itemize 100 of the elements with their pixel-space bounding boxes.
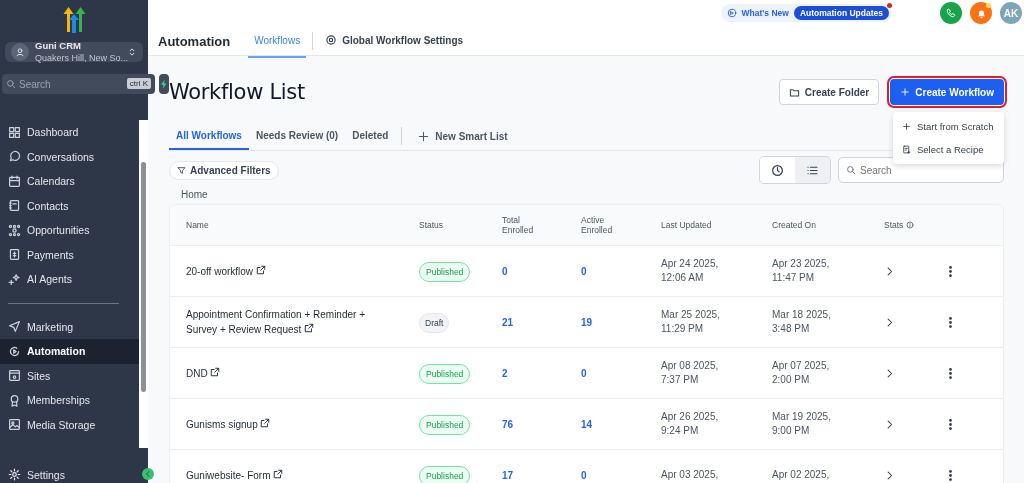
sidebar-item[interactable]: Automation bbox=[0, 339, 139, 364]
workflow-name[interactable]: Gunisms signup bbox=[186, 416, 419, 432]
settings-item[interactable]: Settings bbox=[0, 462, 73, 483]
workflow-name[interactable]: DND bbox=[186, 365, 419, 381]
shortcut-hint: ctrl K bbox=[126, 78, 151, 89]
workflow-name[interactable]: Appointment Confirmation + Reminder + Survey + Review Request bbox=[186, 307, 419, 337]
workflow-name[interactable]: Guniwebsite- Form bbox=[186, 467, 419, 483]
total-enrolled[interactable]: 2 bbox=[502, 367, 581, 379]
lightning-icon bbox=[159, 79, 169, 89]
sidebar-item[interactable]: Conversations bbox=[0, 144, 139, 169]
column-header: Name bbox=[186, 220, 210, 230]
total-enrolled[interactable]: 76 bbox=[502, 418, 581, 430]
created-on: Apr 02 2025, bbox=[772, 468, 831, 482]
column-header: Stats bbox=[884, 220, 944, 230]
plus-icon bbox=[902, 122, 911, 131]
create-workflow-button[interactable]: Create Workflow bbox=[890, 79, 1004, 105]
created-on: Mar 19 2025, 9:00 PM bbox=[772, 410, 832, 438]
sidebar-item[interactable]: Marketing bbox=[0, 314, 139, 339]
total-enrolled[interactable]: 0 bbox=[502, 265, 581, 277]
folder-icon bbox=[788, 86, 800, 98]
clock-icon bbox=[771, 163, 784, 177]
column-header: Total Enrolled bbox=[502, 215, 535, 235]
column-header: Active Enrolled bbox=[581, 215, 614, 235]
info-icon bbox=[906, 221, 915, 229]
created-on: Apr 07 2025, 2:00 PM bbox=[772, 359, 831, 387]
last-updated: Mar 25 2025, 11:29 PM bbox=[661, 308, 721, 336]
advanced-filters-button[interactable]: Advanced Filters bbox=[169, 160, 279, 180]
sidebar-item[interactable]: Sites bbox=[0, 363, 139, 388]
active-enrolled[interactable]: 0 bbox=[581, 469, 661, 481]
created-on: Mar 18 2025, 3:48 PM bbox=[772, 308, 832, 336]
scrollbar[interactable] bbox=[139, 120, 148, 448]
external-link-icon bbox=[273, 468, 284, 479]
total-enrolled[interactable]: 21 bbox=[502, 316, 581, 328]
last-updated: Apr 03 2025, bbox=[661, 468, 720, 482]
column-header: Last Updated bbox=[661, 220, 713, 230]
updates-badge[interactable]: Automation Updates bbox=[793, 6, 889, 20]
chevron-left-icon bbox=[144, 470, 152, 478]
sparkle-icon bbox=[8, 272, 21, 286]
status-badge: Published bbox=[419, 261, 471, 282]
account-location: Quakers Hill, New So... bbox=[35, 52, 129, 64]
collapse-button[interactable] bbox=[142, 468, 154, 480]
sidebar-item[interactable]: Dashboard bbox=[0, 120, 139, 145]
page-title: Workflow List bbox=[169, 80, 305, 104]
megaphone-icon bbox=[726, 8, 737, 18]
list-view-button[interactable] bbox=[795, 157, 830, 183]
active-enrolled[interactable]: 14 bbox=[581, 418, 661, 430]
sidebar-item[interactable]: Contacts bbox=[0, 193, 139, 218]
whats-new-pill[interactable]: What's New Automation Updates bbox=[720, 4, 892, 22]
new-smart-list-button[interactable]: New Smart List bbox=[408, 130, 518, 142]
grid-icon bbox=[8, 125, 21, 139]
external-link-icon bbox=[304, 323, 315, 333]
account-name: Guni CRM bbox=[35, 40, 82, 52]
external-link-icon bbox=[255, 264, 266, 275]
calendar-icon bbox=[8, 174, 21, 188]
plus-icon bbox=[418, 130, 430, 142]
list-tab[interactable]: Needs Review (0) bbox=[248, 122, 346, 150]
account-switcher[interactable]: Guni CRM Quakers Hill, New So... bbox=[5, 42, 143, 62]
status-badge: Published bbox=[419, 414, 471, 435]
notifications-button[interactable] bbox=[970, 2, 992, 24]
browser-icon bbox=[8, 369, 21, 383]
total-enrolled[interactable]: 17 bbox=[502, 469, 581, 481]
menu-item[interactable]: Start from Scratch bbox=[893, 115, 1004, 138]
search-icon bbox=[846, 165, 856, 175]
header-tab[interactable]: Global Workflow Settings bbox=[319, 24, 470, 58]
list-tab[interactable]: Deleted bbox=[345, 122, 396, 150]
list-tab[interactable]: All Workflows bbox=[169, 122, 249, 150]
paper-plane-icon bbox=[8, 320, 21, 334]
sidebar-item[interactable]: AI Agents bbox=[0, 267, 139, 292]
active-enrolled[interactable]: 19 bbox=[581, 316, 661, 328]
create-folder-button[interactable]: Create Folder bbox=[778, 79, 880, 105]
phone-button[interactable] bbox=[940, 2, 962, 24]
dots-icon bbox=[8, 223, 21, 237]
column-header: Status bbox=[419, 220, 445, 230]
active-enrolled[interactable]: 0 bbox=[581, 265, 661, 277]
sidebar-item[interactable]: Payments bbox=[0, 242, 139, 267]
sidebar-item[interactable]: Opportunities bbox=[0, 218, 139, 243]
recent-view-button[interactable] bbox=[760, 157, 795, 183]
last-updated: Apr 24 2025, 12:06 AM bbox=[661, 257, 720, 285]
header-tab[interactable]: Workflows bbox=[248, 24, 307, 58]
workflow-name[interactable]: 20-off workflow bbox=[186, 263, 419, 279]
created-on: Apr 23 2025, 11:47 PM bbox=[772, 257, 831, 285]
phone-icon bbox=[946, 8, 956, 18]
lightning-button[interactable] bbox=[159, 74, 169, 94]
status-badge: Draft bbox=[419, 312, 450, 333]
section-title: Automation bbox=[158, 33, 231, 49]
search-icon bbox=[6, 79, 16, 89]
receipt-icon bbox=[8, 248, 21, 262]
sidebar-item[interactable]: Calendars bbox=[0, 169, 139, 194]
contact-book-icon bbox=[8, 199, 21, 213]
chat-bubble-icon bbox=[8, 150, 21, 164]
ribbon-badge-icon bbox=[8, 393, 21, 407]
sidebar-item[interactable]: Media Storage bbox=[0, 412, 139, 437]
plus-icon bbox=[900, 87, 911, 97]
sidebar-item[interactable]: Memberships bbox=[0, 388, 139, 413]
status-badge: Published bbox=[419, 363, 471, 384]
recipe-icon bbox=[902, 145, 911, 154]
external-link-icon bbox=[260, 417, 271, 428]
active-enrolled[interactable]: 0 bbox=[581, 367, 661, 379]
last-updated: Apr 26 2025, 9:24 PM bbox=[661, 410, 720, 438]
breadcrumb-link[interactable]: Home bbox=[181, 189, 1004, 200]
